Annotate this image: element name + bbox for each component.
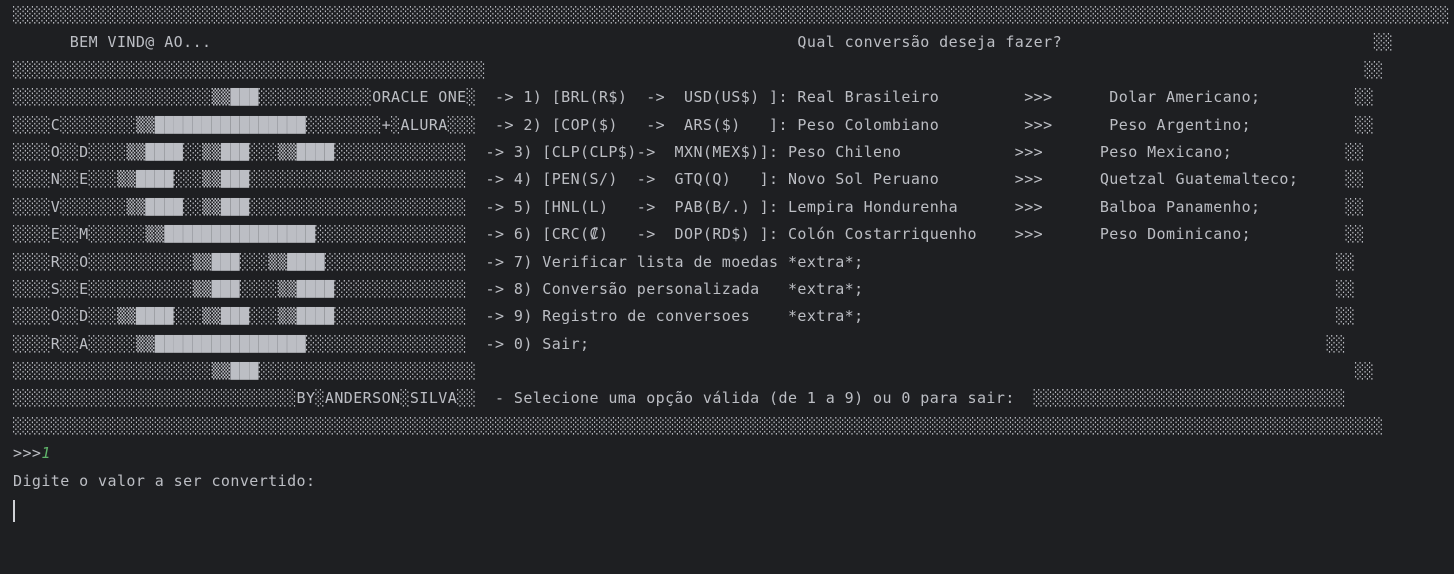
input-echo-line: >>>1 — [13, 440, 1454, 467]
menu-option-3: ░░░░O░░D░░░░▒▒████░░▒▒███░░░▒▒████░░░░░░… — [13, 142, 1365, 161]
value-prompt-message: Digite o valor a ser convertido: — [13, 471, 316, 490]
menu-option-2: ░░░░C░░░░░░░░▒▒████████████████░░░░░░░░+… — [13, 115, 1374, 134]
selection-prompt-line: ░░░░░░░░░░░░░░░░░░░░░░░░░░░░░░BY░ANDERSO… — [13, 389, 1346, 408]
user-input-value: 1 — [41, 444, 51, 463]
menu-option-9: ░░░░O░░D░░░▒▒████░░░▒▒███░░░▒▒████░░░░░░… — [13, 307, 1356, 326]
menu-option-5: ░░░░V░░░░░░░▒▒████░░▒▒███░░░░░░░░░░░░░░░… — [13, 197, 1365, 216]
text-cursor[interactable] — [13, 500, 15, 522]
ascii-border-top: ░░░░░░░░░░░░░░░░░░░░░░░░░░░░░░░░░░░░░░░░… — [13, 6, 1450, 24]
terminal-output[interactable]: ░░░░░░░░░░░░░░░░░░░░░░░░░░░░░░░░░░░░░░░░… — [0, 0, 1454, 574]
menu-option-1: ░░░░░░░░░░░░░░░░░░░░░▒▒███░░░░░░░░░░░░OR… — [13, 88, 1374, 107]
ascii-art-line: ░░░░░░░░░░░░░░░░░░░░░░░░░░░░░░░░░░░░░░░░… — [13, 60, 1384, 79]
header-line: BEM VIND@ AO... Qual conversão deseja fa… — [13, 33, 1393, 52]
ascii-art-line: ░░░░░░░░░░░░░░░░░░░░░▒▒███░░░░░░░░░░░░░░… — [13, 362, 1374, 381]
menu-option-4: ░░░░N░░E░░░▒▒████░░░▒▒███░░░░░░░░░░░░░░░… — [13, 170, 1365, 189]
menu-option-8: ░░░░S░░E░░░░░░░░░░░▒▒███░░░░▒▒████░░░░░░… — [13, 279, 1356, 298]
prompt-marker: >>> — [13, 444, 42, 463]
menu-option-7: ░░░░R░░O░░░░░░░░░░░▒▒███░░░▒▒████░░░░░░░… — [13, 252, 1356, 271]
menu-option-0: ░░░░R░░A░░░░░▒▒████████████████░░░░░░░░░… — [13, 334, 1346, 353]
ascii-border-bottom: ░░░░░░░░░░░░░░░░░░░░░░░░░░░░░░░░░░░░░░░░… — [13, 416, 1384, 435]
menu-option-6: ░░░░E░░M░░░░░░▒▒████████████████░░░░░░░░… — [13, 225, 1365, 244]
